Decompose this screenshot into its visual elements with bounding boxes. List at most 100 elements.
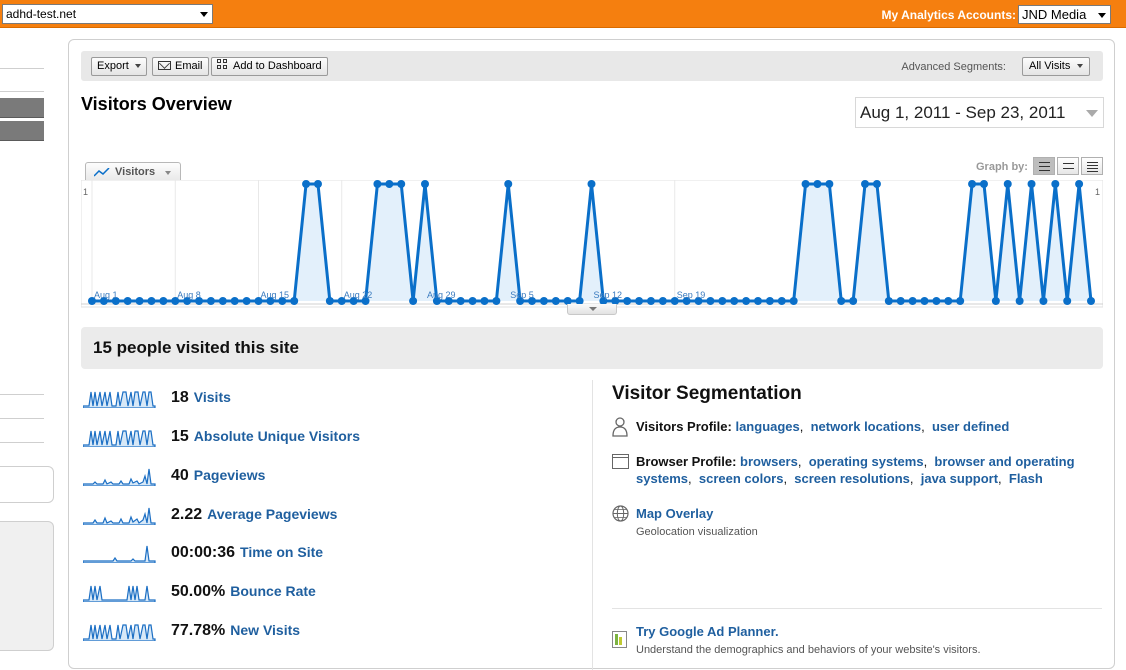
sparkline-icon — [83, 507, 156, 525]
map-overlay-row: Map Overlay Geolocation visualization — [636, 505, 1106, 541]
account-select-value: JND Media — [1022, 7, 1087, 22]
sidebar — [0, 28, 54, 658]
chart-point — [623, 297, 632, 305]
metric-link-pageviews[interactable]: Pageviews — [194, 467, 266, 483]
metric-value: 2.22 — [171, 506, 203, 523]
export-label: Export — [97, 60, 129, 72]
browser-profile-link-browsers[interactable]: browsers — [740, 454, 798, 469]
chart-point — [896, 297, 905, 305]
advanced-segments-value: All Visits — [1029, 60, 1071, 72]
sparkline-icon — [83, 545, 156, 563]
chart-point — [1027, 180, 1036, 188]
chart-point — [242, 297, 251, 305]
add-to-dashboard-button[interactable]: Add to Dashboard — [211, 57, 328, 76]
chart-point — [861, 180, 870, 188]
browser-profile-link-screen-colors[interactable]: screen colors — [699, 471, 784, 486]
chart-point — [718, 297, 727, 305]
graph-by-month-button[interactable] — [1081, 157, 1103, 175]
browser-profile-row: Browser Profile: browsers, operating sys… — [636, 454, 1075, 486]
chart-point — [825, 180, 834, 188]
sidebar-divider — [0, 394, 44, 395]
chart-point — [968, 180, 977, 188]
browser-window-icon — [612, 454, 629, 469]
ad-planner-icon — [612, 631, 627, 648]
sidebar-item[interactable] — [0, 121, 44, 141]
chart-point — [504, 180, 513, 188]
chart-point — [313, 180, 322, 188]
chart-point — [1003, 180, 1012, 188]
visitors-profile-link-languages[interactable]: languages — [735, 419, 799, 434]
chart-point — [777, 297, 786, 305]
metric-text: 77.78% New Visits — [171, 622, 300, 640]
chart-point — [456, 297, 465, 305]
globe-icon — [612, 505, 629, 522]
chart-y-tick-label: 1 — [83, 187, 88, 197]
metric-link-visits[interactable]: Visits — [194, 389, 231, 405]
chart-point — [302, 180, 311, 188]
advanced-segments-select[interactable]: All Visits — [1022, 57, 1091, 76]
visitors-profile-link-network-locations[interactable]: network locations — [811, 419, 922, 434]
metric-text: 2.22 Average Pageviews — [171, 506, 337, 524]
chart-point — [206, 297, 215, 305]
account-select[interactable]: JND Media — [1018, 5, 1111, 24]
browser-profile-link-screen-resolutions[interactable]: screen resolutions — [794, 471, 910, 486]
site-select-value: adhd-test.net — [6, 7, 77, 21]
chart-point — [646, 297, 655, 305]
advanced-segments-label: Advanced Segments: — [901, 61, 1006, 73]
summary-banner: 15 people visited this site — [81, 327, 1103, 369]
browser-profile-link-operating-systems[interactable]: operating systems — [809, 454, 924, 469]
metric-link-absolute-unique-visitors[interactable]: Absolute Unique Visitors — [194, 428, 360, 444]
chart-point — [908, 297, 917, 305]
sparkline-icon — [83, 468, 156, 486]
email-button[interactable]: Email — [152, 57, 209, 76]
graph-by-week-button[interactable] — [1057, 157, 1079, 175]
browser-profile-link-java-support[interactable]: java support — [921, 471, 998, 486]
browser-profile-link-flash[interactable]: Flash — [1009, 471, 1043, 486]
chart-point — [373, 180, 382, 188]
export-button[interactable]: Export — [91, 57, 147, 76]
date-range-value: Aug 1, 2011 - Sep 23, 2011 — [860, 103, 1066, 122]
chart-point — [1039, 297, 1048, 305]
sidebar-panel — [0, 521, 54, 651]
chart-point — [1015, 297, 1024, 305]
person-icon — [612, 417, 628, 437]
chart-point — [920, 297, 929, 305]
column-divider — [592, 380, 593, 670]
visitors-chart: Aug 1 Aug 8 Aug 15 Aug 22 Aug 29 Sep 5 Sep 12 S… — [81, 180, 1103, 308]
ad-planner-subtitle: Understand the demographics and behavior… — [636, 644, 981, 656]
metric-link-new-visits[interactable]: New Visits — [230, 622, 300, 638]
ad-planner-link[interactable]: Try Google Ad Planner. — [636, 624, 779, 639]
segmentation-title: Visitor Segmentation — [612, 383, 802, 404]
visitors-profile-link-user-defined[interactable]: user defined — [932, 419, 1009, 434]
chart-collapse-handle[interactable] — [567, 304, 617, 315]
summary-text: 15 people visited this site — [93, 338, 299, 357]
top-bar: adhd-test.net My Analytics Accounts: JND… — [0, 0, 1126, 28]
chart-point — [801, 180, 810, 188]
metric-text: 15 Absolute Unique Visitors — [171, 428, 360, 446]
chart-y-tick-label: 1 — [1095, 187, 1100, 197]
chevron-down-icon — [1098, 13, 1106, 18]
metric-link-average-pageviews[interactable]: Average Pageviews — [207, 506, 337, 522]
sidebar-item[interactable] — [0, 98, 44, 118]
chart-point — [397, 180, 406, 188]
chart-point — [135, 297, 144, 305]
chart-point — [765, 297, 774, 305]
metric-link-time-on-site[interactable]: Time on Site — [240, 544, 323, 560]
metric-text: 18 Visits — [171, 389, 231, 407]
grid-icon — [217, 59, 228, 70]
site-select[interactable]: adhd-test.net — [2, 4, 213, 24]
graph-by-day-button[interactable] — [1033, 157, 1055, 175]
chart-point — [539, 297, 548, 305]
metric-text: 00:00:36 Time on Site — [171, 544, 323, 562]
date-range-picker[interactable]: Aug 1, 2011 - Sep 23, 2011 — [855, 97, 1104, 128]
map-overlay-link[interactable]: Map Overlay — [636, 506, 713, 521]
sparkline-icon — [83, 624, 156, 641]
chart-point — [979, 180, 988, 188]
visitors-profile-row: Visitors Profile: languages, network loc… — [636, 419, 1010, 434]
graph-metric-select[interactable]: Visitors — [85, 162, 181, 181]
sidebar-divider — [0, 91, 44, 92]
chart-x-tick-label: Aug 8 — [177, 290, 201, 300]
chart-x-tick-label: Aug 22 — [344, 290, 373, 300]
metric-link-bounce-rate[interactable]: Bounce Rate — [230, 583, 316, 599]
line-chart-icon — [94, 168, 110, 177]
